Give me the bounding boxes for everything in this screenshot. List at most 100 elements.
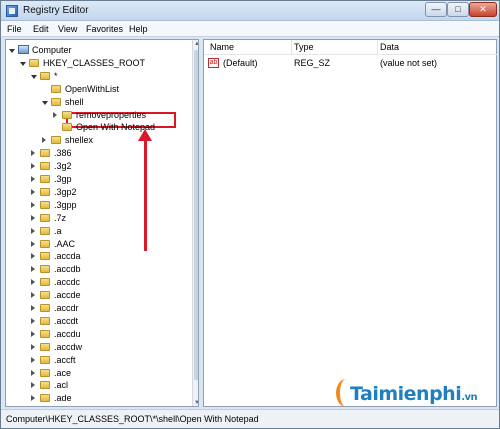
value-row[interactable]: ab (Default) REG_SZ (value not set) — [204, 57, 498, 69]
collapsed-arrow-icon[interactable] — [31, 279, 35, 286]
computer-icon — [18, 45, 29, 54]
tree-item-label: Computer — [32, 45, 72, 55]
header-divider — [204, 54, 498, 55]
tree-item-label: .accda — [54, 251, 81, 262]
tree-item-label: .accdb — [54, 264, 81, 275]
tree-scroll-thumb[interactable] — [194, 50, 198, 380]
folder-icon — [40, 200, 50, 209]
menu-favorites[interactable]: Favorites — [86, 24, 123, 34]
tree-item-label: .386 — [54, 148, 72, 159]
folder-icon — [51, 84, 61, 93]
folder-icon — [40, 187, 50, 196]
minimize-button[interactable]: — — [425, 2, 447, 17]
collapsed-arrow-icon[interactable] — [31, 317, 35, 324]
close-button[interactable]: ✕ — [469, 2, 497, 17]
watermark-text: Taimienphi.vn — [350, 383, 478, 405]
collapsed-arrow-icon[interactable] — [31, 369, 35, 376]
tree-item-label: .ace — [54, 367, 72, 378]
column-header-data[interactable]: Data — [380, 40, 496, 54]
scroll-up-icon[interactable]: ▲ — [194, 41, 198, 47]
folder-icon — [51, 136, 61, 145]
value-name: (Default) — [223, 58, 258, 68]
collapsed-arrow-icon[interactable] — [31, 395, 35, 402]
folder-icon — [40, 329, 50, 338]
tree-item-label: .accdw — [54, 341, 83, 352]
folder-icon — [40, 162, 50, 171]
value-type: REG_SZ — [294, 58, 331, 68]
folder-icon — [40, 394, 50, 403]
folder-icon — [40, 368, 50, 377]
tree-item-label: .3gp2 — [54, 186, 77, 197]
folder-icon — [40, 342, 50, 351]
collapsed-arrow-icon[interactable] — [42, 137, 46, 144]
collapsed-arrow-icon[interactable] — [31, 253, 35, 260]
collapsed-arrow-icon[interactable] — [31, 382, 35, 389]
tree-item-label: .accde — [54, 290, 81, 301]
collapsed-arrow-icon[interactable] — [31, 163, 35, 170]
folder-icon — [40, 355, 50, 364]
column-header-type[interactable]: Type — [294, 40, 378, 54]
folder-icon — [40, 239, 50, 248]
tree-item-label: shellex — [65, 135, 94, 146]
tree-vertical-scrollbar[interactable]: ▲ ▼ — [192, 40, 198, 406]
tree-item-label: OpenWithList — [65, 83, 120, 94]
expanded-arrow-icon[interactable] — [42, 100, 48, 105]
tree-item-label: .accdc — [54, 277, 81, 288]
collapsed-arrow-icon[interactable] — [31, 176, 35, 182]
tree-item-label: .3g2 — [54, 161, 72, 172]
title-bar[interactable]: Registry Editor — □ ✕ — [1, 1, 499, 21]
collapsed-arrow-icon[interactable] — [31, 356, 35, 363]
tree-item-label: .AAC — [54, 238, 76, 249]
tree-item-label: .accft — [54, 354, 76, 365]
menu-file[interactable]: File — [7, 24, 22, 34]
tree-item-label: .accdt — [54, 315, 79, 326]
collapsed-arrow-icon[interactable] — [31, 305, 35, 311]
menu-edit[interactable]: Edit — [33, 24, 49, 34]
collapsed-arrow-icon[interactable] — [31, 292, 35, 299]
folder-icon — [40, 278, 50, 287]
tree-item-label: .a — [54, 225, 62, 236]
collapsed-arrow-icon[interactable] — [31, 214, 35, 221]
column-header-name[interactable]: Name — [210, 40, 292, 54]
collapsed-arrow-icon[interactable] — [31, 266, 35, 273]
tree-item-label: .accdr — [54, 303, 79, 313]
registry-editor-window: Registry Editor — □ ✕ File Edit View Fav… — [0, 0, 500, 429]
expanded-arrow-icon[interactable] — [20, 61, 26, 66]
collapsed-arrow-icon[interactable] — [31, 188, 35, 195]
folder-icon — [40, 149, 50, 158]
folder-icon — [40, 252, 50, 261]
menu-view[interactable]: View — [58, 24, 77, 34]
menu-help[interactable]: Help — [129, 24, 148, 34]
string-value-icon: ab — [208, 58, 219, 68]
registry-editor-icon — [6, 5, 18, 17]
folder-icon — [62, 110, 72, 119]
tree-item-label: .7z — [54, 212, 67, 223]
collapsed-arrow-icon[interactable] — [53, 111, 57, 118]
folder-icon — [51, 97, 61, 106]
annotation-arrow-shaft — [144, 139, 147, 251]
collapsed-arrow-icon[interactable] — [31, 240, 35, 247]
tree-item-label: removeproperties — [76, 109, 147, 120]
window-title: Registry Editor — [23, 5, 89, 16]
collapsed-arrow-icon[interactable] — [31, 227, 35, 234]
folder-icon — [40, 304, 50, 312]
expanded-arrow-icon[interactable] — [31, 74, 37, 79]
folder-icon — [40, 175, 50, 183]
collapsed-arrow-icon[interactable] — [31, 330, 35, 337]
collapsed-arrow-icon[interactable] — [31, 343, 35, 350]
values-list[interactable]: Name Type Data ab (Default) REG_SZ (valu… — [203, 39, 498, 407]
folder-icon — [40, 213, 50, 222]
folder-icon — [29, 58, 39, 67]
value-data: (value not set) — [380, 58, 438, 68]
registry-tree[interactable]: Computer HKEY_CLASSES_ROOT * OpenWithList sh… — [5, 39, 199, 407]
expanded-arrow-icon[interactable] — [9, 49, 15, 53]
folder-icon — [40, 381, 50, 390]
folder-icon — [40, 265, 50, 274]
scroll-down-icon[interactable]: ▼ — [194, 400, 198, 406]
tree-item-label: * — [54, 70, 58, 81]
collapsed-arrow-icon[interactable] — [31, 201, 35, 208]
collapsed-arrow-icon[interactable] — [31, 150, 35, 157]
tree-item-label: shell — [65, 96, 84, 107]
maximize-button[interactable]: □ — [447, 2, 469, 17]
status-bar: Computer\HKEY_CLASSES_ROOT\*\shell\Open … — [1, 409, 499, 428]
